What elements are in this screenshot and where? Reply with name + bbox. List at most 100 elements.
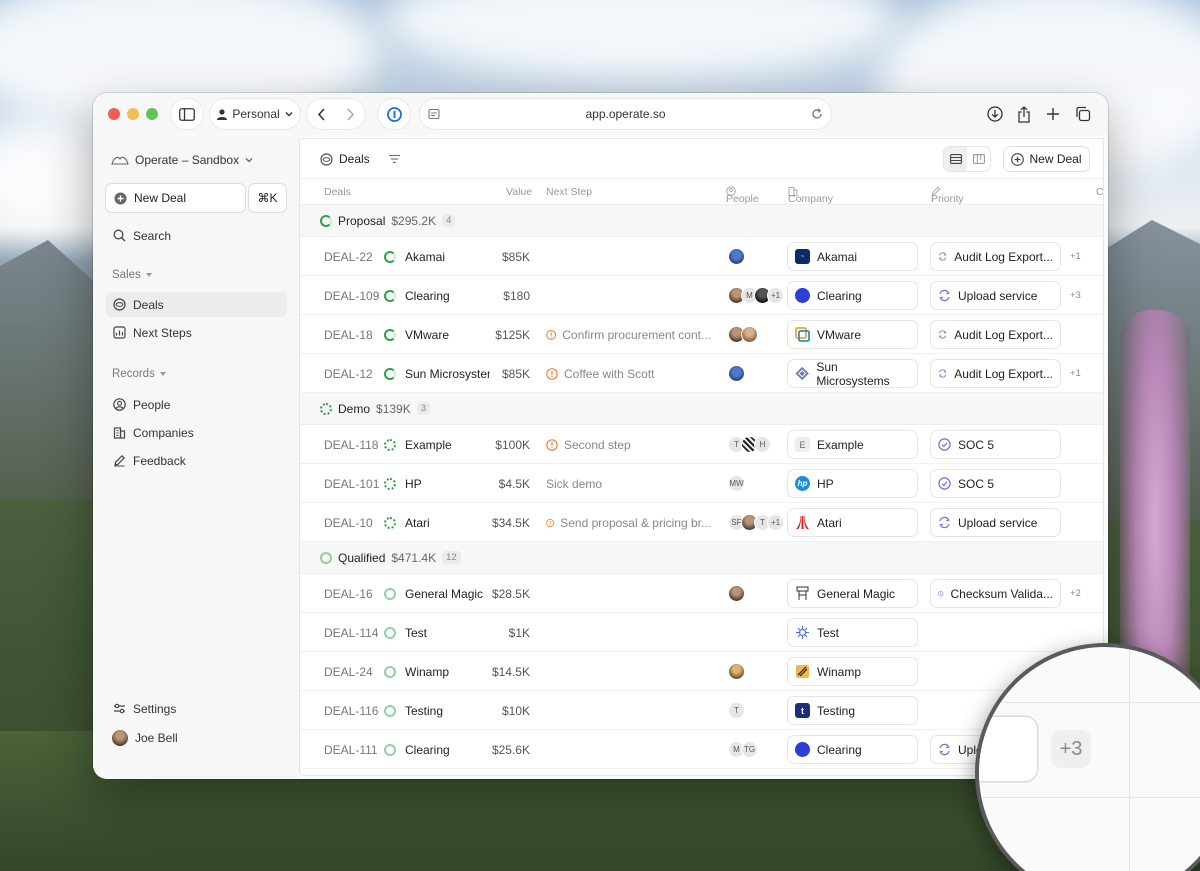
company-cell[interactable]: t Testing [788,691,917,730]
feedback-cell[interactable]: Audit Log Export... +1 [931,354,1081,393]
company-cell[interactable]: hp HP [788,464,917,503]
table-row[interactable]: DEAL-109 Clearing $180 M +1 Clearing Upl… [300,276,1103,315]
more-count[interactable]: +3 [1070,290,1081,301]
feedback-cell[interactable]: SOC 5 [931,464,1060,503]
people-avatars[interactable] [728,315,758,354]
table-row[interactable]: DEAL-18 VMware $125K Confirm procurement… [300,315,1103,354]
profile-selector[interactable]: Personal [210,99,300,129]
group-header-qualified[interactable]: Qualified $471.4K 12 [300,542,1103,574]
feedback-cell[interactable]: Upload service [931,503,1060,542]
people-avatars[interactable]: SF T +1 [728,503,784,542]
feedback-cell[interactable]: SOC 5 [931,425,1060,464]
section-records[interactable]: Records [112,368,166,380]
company-cell[interactable]: Atari [788,503,917,542]
company-cell[interactable]: Clearing [788,276,917,315]
next-step-cell[interactable]: Send proposal & pricing br... [546,503,711,542]
company-chip[interactable]: ~ Akamai [788,243,917,270]
sidebar-item-feedback[interactable]: Feedback [106,448,287,473]
zoomed-more-count[interactable]: +3 [1051,730,1091,768]
sidebar-item-search[interactable]: Search [106,223,287,248]
forward-arrow-icon[interactable] [346,107,355,121]
column-header-priority-feedback[interactable]: Priority Feedback [931,186,977,217]
people-avatars[interactable]: M TG [728,730,758,769]
company-cell[interactable]: Winamp [788,652,917,691]
page-settings-icon[interactable] [428,108,440,120]
tab-overview-icon[interactable] [1073,104,1093,124]
company-chip[interactable]: E Example [788,431,917,458]
table-row[interactable]: DEAL-114 Test $1K Test [300,613,1103,652]
sidebar-item-people[interactable]: People [106,392,287,417]
new-deal-button[interactable]: New Deal [106,184,245,212]
column-header-deals[interactable]: Deals [324,186,351,198]
table-row[interactable]: DEAL-118 Example $100K Second step T H E… [300,425,1103,464]
column-header-company[interactable]: Company [788,186,833,205]
table-row[interactable]: DEAL-12 Sun Microsystems $85K Coffee wit… [300,354,1103,393]
people-avatars[interactable] [728,237,745,276]
people-avatars[interactable] [728,354,745,393]
company-chip[interactable]: Clearing [788,736,917,763]
filter-icon[interactable] [388,154,401,164]
feedback-chip[interactable]: Upload service [931,509,1060,536]
group-header-proposal[interactable]: Proposal $295.2K 4 [300,205,1103,237]
table-row[interactable]: DEAL-22 Akamai $85K ~ Akamai Audit Log Ex… [300,237,1103,276]
company-chip[interactable]: General Magic [788,580,917,607]
feedback-cell[interactable]: Checksum Valida... +2 [931,574,1081,613]
downloads-icon[interactable] [985,104,1005,124]
people-avatars[interactable]: M +1 [728,276,784,315]
password-extension-button[interactable] [378,99,410,129]
next-step-cell[interactable]: Confirm procurement cont... [546,315,711,354]
table-view-icon[interactable] [944,147,967,171]
company-chip[interactable]: Atari [788,509,917,536]
people-avatars[interactable]: MW [728,464,745,503]
close-window-button[interactable] [108,108,120,120]
more-count[interactable]: +1 [1070,251,1081,262]
back-arrow-icon[interactable] [317,107,326,121]
column-header-truncated[interactable]: C [1096,186,1103,198]
zoom-window-button[interactable] [146,108,158,120]
company-cell[interactable]: Test [788,613,917,652]
company-chip[interactable]: VMware [788,321,917,348]
column-header-next-step[interactable]: Next Step [546,186,592,198]
section-sales[interactable]: Sales [112,269,152,281]
people-avatars[interactable] [728,652,745,691]
table-row[interactable]: DEAL-101 HP $4.5K Sick demo MW hp HP SOC … [300,464,1103,503]
feedback-cell[interactable]: Upload service +3 [931,276,1081,315]
more-count[interactable]: +1 [1070,368,1081,379]
company-chip[interactable]: Winamp [788,658,917,685]
feedback-chip[interactable]: SOC 5 [931,470,1060,497]
company-cell[interactable]: ~ Akamai [788,237,917,276]
command-menu-shortcut[interactable]: ⌘K [249,184,286,212]
company-chip[interactable]: Sun Microsystems [788,360,917,388]
people-avatars[interactable]: T H [728,425,771,464]
user-profile[interactable]: Joe Bell [106,725,287,750]
column-header-value[interactable]: Value [506,186,532,198]
new-deal-button[interactable]: New Deal [1004,147,1089,171]
column-header-people[interactable]: People [726,186,759,205]
board-view-icon[interactable] [967,147,990,171]
people-avatars[interactable]: T [728,691,745,730]
feedback-chip[interactable]: Checksum Valida... [931,580,1060,607]
feedback-chip[interactable]: Audit Log Export... [931,321,1060,348]
sidebar-item-next-steps[interactable]: Next Steps [106,320,287,345]
next-step-cell[interactable]: Coffee with Scott [546,354,711,393]
minimize-window-button[interactable] [127,108,139,120]
sidebar-item-settings[interactable]: Settings [106,696,287,721]
company-cell[interactable]: Sun Microsystems [788,354,917,393]
new-tab-icon[interactable] [1043,104,1063,124]
company-cell[interactable]: E Example [788,425,917,464]
sidebar-item-companies[interactable]: Companies [106,420,287,445]
next-step-cell[interactable]: Sick demo [546,464,711,503]
address-bar[interactable]: app.operate.so [420,99,831,129]
reload-icon[interactable] [811,108,823,120]
feedback-chip[interactable]: SOC 5 [931,431,1060,458]
company-chip[interactable]: Clearing [788,282,917,309]
feedback-chip[interactable]: Upload service [931,282,1060,309]
table-row[interactable]: DEAL-16 General Magic $28.5K General Mag… [300,574,1103,613]
company-chip[interactable]: Test [788,619,917,646]
feedback-cell[interactable]: Audit Log Export... +1 [931,237,1081,276]
sidebar-item-deals[interactable]: Deals [106,292,287,317]
more-count[interactable]: +2 [1070,588,1081,599]
workspace-switcher[interactable]: Operate – Sandbox [111,153,253,167]
company-cell[interactable]: General Magic [788,574,917,613]
group-header-demo[interactable]: Demo $139K 3 [300,393,1103,425]
